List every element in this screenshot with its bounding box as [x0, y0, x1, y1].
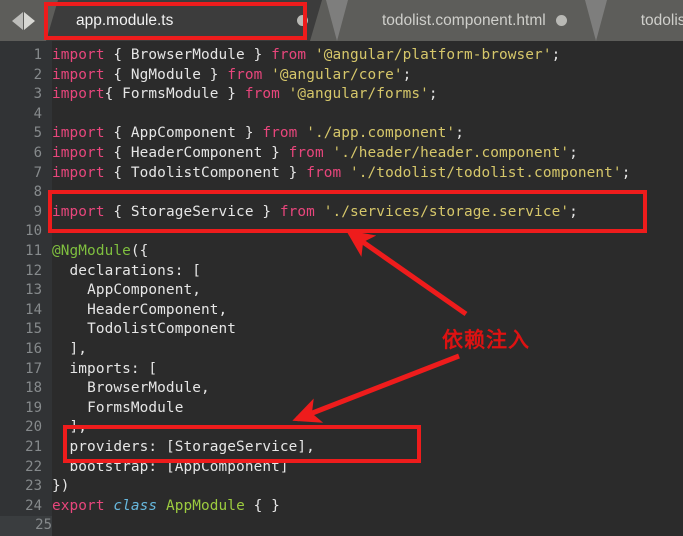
tab-label: todolist.co: [640, 11, 683, 29]
code-line[interactable]: TodolistComponent: [52, 320, 236, 340]
tab-app-module-ts[interactable]: app.module.ts: [46, 0, 322, 41]
code-line[interactable]: ],: [52, 340, 87, 360]
line-number: 12: [25, 262, 42, 279]
code-line[interactable]: import { AppComponent } from './app.comp…: [52, 124, 464, 144]
code-line[interactable]: import { TodolistComponent } from './tod…: [52, 164, 630, 184]
tab-separator: [580, 0, 611, 41]
code-line[interactable]: export class AppModule { }: [52, 497, 280, 517]
line-number: 14: [25, 301, 42, 318]
tab-todolist-component-html[interactable]: todolist.component.html: [352, 0, 581, 41]
tab-modified-dot-icon[interactable]: [555, 15, 567, 26]
code-line[interactable]: }): [52, 477, 70, 497]
code-line[interactable]: FormsModule: [52, 399, 183, 419]
code-line[interactable]: import{ FormsModule } from '@angular/for…: [52, 85, 438, 105]
code-line[interactable]: import { StorageService } from './servic…: [52, 203, 578, 223]
code-editor[interactable]: 1 2 3 4 5 6 7 8 9 10 11 12 13 14 15 16 17 18 19 20 21 22 23 24 2…: [0, 41, 683, 536]
line-number: 3: [33, 86, 42, 103]
line-number: 7: [33, 164, 42, 181]
line-number: 1: [33, 47, 42, 63]
line-number: 9: [33, 203, 42, 220]
code-line[interactable]: import { NgModule } from '@angular/core'…: [52, 66, 411, 86]
line-number: 17: [25, 360, 42, 377]
tab-label: app.module.ts: [76, 11, 174, 29]
chevron-right-icon[interactable]: [23, 11, 35, 30]
chevron-left-icon[interactable]: [11, 11, 23, 30]
line-number: 15: [25, 321, 42, 338]
line-number: 5: [33, 125, 42, 142]
code-line[interactable]: @NgModule({: [52, 242, 148, 262]
code-line[interactable]: BrowserModule,: [52, 379, 210, 399]
code-line[interactable]: HeaderComponent,: [52, 301, 227, 321]
line-number: 2: [33, 66, 42, 83]
line-number: 10: [25, 223, 42, 240]
code-line[interactable]: ],: [52, 418, 87, 438]
code-line[interactable]: providers: [StorageService],: [52, 438, 315, 458]
line-number: 22: [25, 458, 42, 475]
line-number: 24: [25, 497, 42, 514]
code-line[interactable]: imports: [: [52, 360, 158, 380]
line-number-gutter: 1 2 3 4 5 6 7 8 9 10 11 12 13 14 15 16 17 18 19 20 21 22 23 24 2…: [0, 41, 52, 536]
editor-tab-bar: app.module.ts todolist.component.html to…: [0, 0, 683, 41]
line-number: 8: [33, 184, 42, 201]
code-line[interactable]: declarations: [: [52, 262, 201, 282]
code-line[interactable]: import { BrowserModule } from '@angular/…: [52, 46, 560, 66]
line-number: 13: [25, 282, 42, 299]
tab-modified-dot-icon[interactable]: [297, 15, 308, 26]
line-number: 16: [25, 341, 42, 357]
line-number: 4: [33, 105, 42, 122]
tab-label: todolist.component.html: [382, 11, 546, 29]
line-number: 21: [25, 439, 42, 455]
line-number: 25: [0, 516, 52, 536]
line-number: 20: [25, 419, 42, 436]
line-number: 6: [33, 145, 42, 161]
code-line[interactable]: AppComponent,: [52, 281, 201, 301]
code-line[interactable]: import { HeaderComponent } from './heade…: [52, 144, 578, 164]
line-number: 18: [25, 380, 42, 397]
tab-nav-arrows[interactable]: [0, 0, 46, 41]
line-number: 11: [25, 243, 42, 259]
code-content[interactable]: import { BrowserModule } from '@angular/…: [52, 41, 683, 529]
tab-todolist-component-ts[interactable]: todolist.co: [610, 0, 683, 41]
line-number: 19: [25, 399, 42, 416]
code-line[interactable]: bootstrap: [AppComponent]: [52, 458, 289, 478]
line-number: 23: [25, 478, 42, 495]
tab-separator: [322, 0, 352, 41]
